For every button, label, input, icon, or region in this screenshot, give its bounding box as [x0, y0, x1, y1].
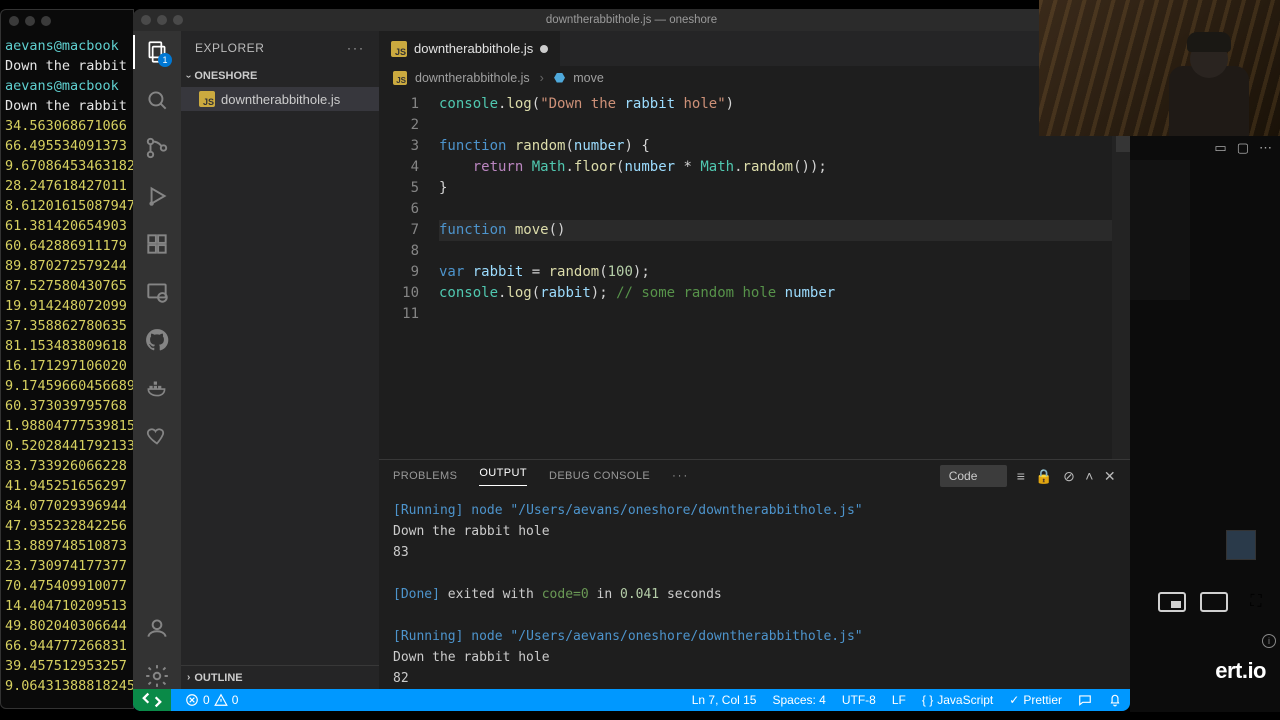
- eol[interactable]: LF: [892, 693, 906, 707]
- close-icon[interactable]: ✕: [1104, 468, 1116, 485]
- output-channel-select[interactable]: Code: [940, 465, 1007, 487]
- pip-icon[interactable]: [1158, 592, 1186, 612]
- search-icon[interactable]: [144, 87, 170, 113]
- status-bar: 0 0 Ln 7, Col 15 Spaces: 4 UTF-8 LF { } …: [133, 689, 1130, 711]
- bottom-panel: PROBLEMS OUTPUT DEBUG CONSOLE ··· Code ≡…: [379, 459, 1130, 689]
- tab-problems[interactable]: PROBLEMS: [393, 470, 457, 482]
- vscode-window: downtherabbithole.js — oneshore 1 EXPLOR…: [133, 9, 1130, 711]
- js-file-icon: JS: [391, 41, 407, 57]
- symbol-method-icon: ⬣: [554, 70, 565, 86]
- cursor-position[interactable]: Ln 7, Col 15: [692, 693, 757, 707]
- scm-icon[interactable]: [144, 135, 170, 161]
- chevron-up-icon[interactable]: ˄: [1085, 468, 1094, 484]
- extensions-icon[interactable]: [144, 231, 170, 257]
- tab-output[interactable]: OUTPUT: [479, 467, 527, 486]
- panel-icon[interactable]: ▭: [1214, 140, 1226, 156]
- editor: JS downtherabbithole.js JS downtherabbit…: [379, 31, 1130, 689]
- files-badge: 1: [158, 53, 172, 67]
- layout-icon[interactable]: [1200, 592, 1228, 612]
- js-file-icon: JS: [393, 71, 407, 85]
- right-panel: ▭ ▢ ⋯ ⛶ i ert.io: [1130, 136, 1280, 712]
- more-icon[interactable]: ···: [672, 470, 689, 482]
- window-titlebar[interactable]: downtherabbithole.js — oneshore: [133, 9, 1130, 31]
- list-icon[interactable]: ≡: [1017, 468, 1026, 484]
- remote-icon[interactable]: [144, 279, 170, 305]
- brand-logo: ert.io: [1215, 658, 1266, 684]
- lock-icon[interactable]: 🔒: [1035, 468, 1053, 485]
- modified-indicator-icon: [540, 45, 548, 53]
- sidebar: EXPLORER ··· › ONESHORE JS downtherabbit…: [181, 31, 379, 689]
- prettier-status[interactable]: ✓ Prettier: [1009, 693, 1062, 707]
- traffic-lights[interactable]: [141, 15, 183, 25]
- terminal-window: aevans@macbookDown the rabbitaevans@macb…: [0, 9, 134, 709]
- folder-header[interactable]: › ONESHORE: [181, 65, 379, 87]
- gear-icon[interactable]: [144, 663, 170, 689]
- github-icon[interactable]: [144, 327, 170, 353]
- outline-header[interactable]: › OUTLINE: [181, 665, 379, 689]
- panel-icon[interactable]: ▢: [1237, 140, 1249, 156]
- webcam-overlay: [1039, 0, 1280, 136]
- explorer-icon[interactable]: 1: [144, 39, 170, 65]
- breadcrumb[interactable]: JS downtherabbithole.js › ⬣ move: [379, 66, 1130, 90]
- activity-bar: 1: [133, 31, 181, 689]
- fullscreen-icon[interactable]: ⛶: [1242, 592, 1270, 612]
- remote-button[interactable]: [133, 689, 171, 711]
- chevron-right-icon: ›: [540, 71, 544, 85]
- participant-thumbnail[interactable]: [1226, 530, 1256, 560]
- more-icon[interactable]: ···: [347, 41, 365, 55]
- minimap[interactable]: [1112, 90, 1130, 459]
- chevron-down-icon: ›: [183, 74, 194, 77]
- explorer-label: EXPLORER: [195, 41, 264, 55]
- docker-icon[interactable]: [144, 375, 170, 401]
- heart-icon[interactable]: [144, 423, 170, 449]
- run-icon[interactable]: [144, 183, 170, 209]
- tab-debug-console[interactable]: DEBUG CONSOLE: [549, 470, 650, 482]
- clear-icon[interactable]: ⊘: [1063, 468, 1075, 485]
- terminal-output: aevans@macbookDown the rabbitaevans@macb…: [1, 32, 133, 700]
- language-mode[interactable]: { } JavaScript: [922, 693, 993, 707]
- js-file-icon: JS: [199, 91, 215, 107]
- tab-bar: JS downtherabbithole.js: [379, 31, 1130, 66]
- output-body[interactable]: [Running] node "/Users/aevans/oneshore/d…: [379, 492, 1130, 689]
- problems-count[interactable]: 0 0: [185, 693, 238, 707]
- editor-tab[interactable]: JS downtherabbithole.js: [379, 31, 561, 66]
- indentation[interactable]: Spaces: 4: [772, 693, 825, 707]
- close-ad-icon[interactable]: i: [1262, 634, 1276, 648]
- encoding[interactable]: UTF-8: [842, 693, 876, 707]
- terminal-titlebar: [1, 10, 133, 32]
- code-area[interactable]: 1234567891011 console.log("Down the rabb…: [379, 90, 1130, 459]
- feedback-icon[interactable]: [1078, 693, 1092, 707]
- account-icon[interactable]: [144, 615, 170, 641]
- file-item[interactable]: JS downtherabbithole.js: [181, 87, 379, 111]
- chevron-right-icon: ›: [187, 672, 190, 683]
- bell-icon[interactable]: [1108, 693, 1122, 707]
- more-icon[interactable]: ⋯: [1259, 140, 1272, 156]
- window-title: downtherabbithole.js — oneshore: [546, 14, 717, 26]
